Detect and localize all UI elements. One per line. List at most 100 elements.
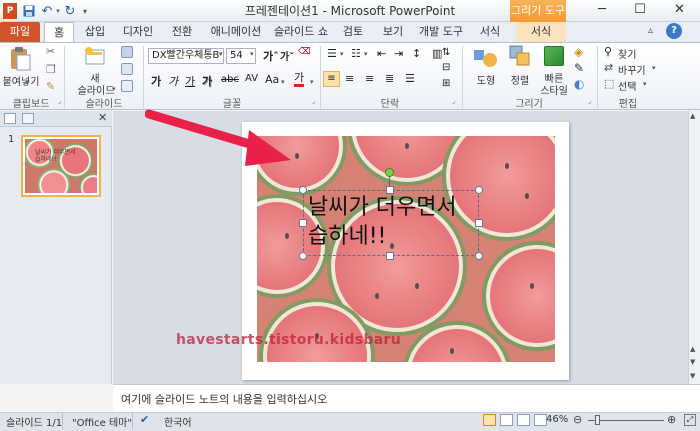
copy-icon[interactable]: ❐	[46, 63, 56, 76]
zoom-out-icon[interactable]: ⊖	[573, 413, 582, 426]
tab-view[interactable]: 보기	[376, 22, 410, 42]
paste-dropdown-icon[interactable]: ▾	[26, 78, 30, 86]
tab-transitions[interactable]: 전환	[164, 22, 200, 42]
tab-review[interactable]: 검토	[336, 22, 370, 42]
align-text-icon[interactable]: ⊟	[442, 62, 450, 73]
drawing-launcher-icon[interactable]: ⌟	[588, 97, 591, 105]
numbering-dropdown-icon[interactable]: ▾	[364, 50, 368, 58]
increase-indent-icon[interactable]: ⇥	[394, 47, 403, 60]
spellcheck-icon[interactable]: ✔	[140, 413, 149, 426]
save-icon[interactable]	[22, 3, 36, 19]
slide-text[interactable]: 날씨가 더우면서 습하네!!	[308, 193, 457, 251]
help-icon[interactable]: ?	[666, 23, 682, 39]
clipboard-launcher-icon[interactable]: ⌟	[58, 97, 61, 105]
layout-icon[interactable]	[121, 46, 133, 58]
shapes-button[interactable]: 도형	[472, 72, 500, 87]
resize-handle[interactable]	[386, 252, 394, 260]
new-slide-dropdown-icon[interactable]: ▾	[112, 85, 116, 93]
italic-button[interactable]: 가	[168, 73, 178, 89]
redo-icon[interactable]: ↻	[63, 3, 77, 19]
clear-format-icon[interactable]: ⌫	[298, 47, 312, 61]
normal-view-icon[interactable]	[483, 414, 496, 426]
arrange-button[interactable]: 정렬	[505, 72, 535, 87]
align-center-icon[interactable]: ≡	[345, 72, 354, 85]
reset-icon[interactable]	[121, 63, 133, 75]
vertical-scrollbar[interactable]	[688, 111, 700, 384]
select-icon[interactable]: ⬚	[604, 77, 614, 90]
slide-sorter-icon[interactable]	[500, 414, 513, 426]
format-painter-icon[interactable]: ✎	[46, 80, 55, 93]
customize-qat-icon[interactable]: ▾	[80, 3, 90, 19]
replace-dropdown-icon[interactable]: ▾	[652, 64, 656, 72]
select-dropdown-icon[interactable]: ▾	[643, 80, 647, 88]
line-spacing-icon[interactable]: ↕	[412, 47, 421, 60]
grow-font-icon[interactable]: 가ˆ	[263, 48, 279, 64]
shadow-button[interactable]: 가	[202, 73, 212, 89]
decrease-indent-icon[interactable]: ⇤	[377, 47, 386, 60]
shape-effects-icon[interactable]: ◐	[574, 77, 584, 91]
tab-drawing-format[interactable]: 서식	[516, 22, 566, 42]
shrink-font-icon[interactable]: 가ˇ	[280, 48, 294, 63]
shape-outline-icon[interactable]: ✎	[574, 61, 584, 75]
reading-view-icon[interactable]	[517, 414, 530, 426]
char-spacing-icon[interactable]: AV	[245, 73, 258, 84]
zoom-slider-thumb[interactable]	[595, 415, 600, 425]
arrange-icon[interactable]	[509, 45, 531, 67]
resize-handle[interactable]	[475, 252, 483, 260]
prev-slide-icon[interactable]: ▲	[690, 345, 695, 353]
notes-pane[interactable]: 여기에 슬라이드 노트의 내용을 입력하십시오	[113, 384, 700, 412]
slide-thumbnail[interactable]: 날씨가 더우면서 습하네!!	[21, 135, 101, 197]
undo-icon[interactable]: ↶	[40, 3, 54, 19]
numbering-icon[interactable]: ☷	[351, 47, 361, 60]
section-icon[interactable]	[121, 80, 133, 92]
select-button[interactable]: 선택	[618, 78, 636, 93]
bullets-icon[interactable]: ☰	[327, 47, 337, 60]
tab-developer[interactable]: 개발 도구	[416, 22, 466, 42]
close-button[interactable]: ✕	[659, 0, 700, 20]
find-icon[interactable]: ⚲	[604, 45, 612, 58]
bullets-dropdown-icon[interactable]: ▾	[340, 50, 344, 58]
powerpoint-logo-icon[interactable]: P	[3, 3, 17, 19]
tab-insert[interactable]: 삽입	[78, 22, 112, 42]
undo-dropdown-icon[interactable]: ▾	[53, 3, 63, 19]
font-size-dropdown-icon[interactable]: ▾	[250, 50, 254, 58]
strikethrough-icon[interactable]: abc	[221, 74, 239, 85]
next-slide-icon[interactable]: ▼	[690, 358, 695, 366]
paste-button[interactable]: 붙여넣기	[2, 73, 40, 88]
resize-handle[interactable]	[475, 186, 483, 194]
resize-handle[interactable]	[299, 252, 307, 260]
smartart-icon[interactable]: ⊞	[442, 78, 450, 89]
text-direction-icon[interactable]: ⇅	[442, 47, 450, 58]
shape-fill-icon[interactable]: ◈	[574, 45, 583, 59]
resize-handle[interactable]	[299, 219, 307, 227]
resize-handle[interactable]	[475, 219, 483, 227]
tab-slideshow[interactable]: 슬라이드 쇼	[272, 22, 330, 42]
scroll-down-icon[interactable]: ▼	[690, 372, 695, 380]
theme-name[interactable]: "Office 테마"	[72, 414, 132, 429]
language[interactable]: 한국어	[164, 414, 192, 429]
distribute-icon[interactable]: ☰	[405, 72, 415, 85]
close-panel-icon[interactable]: ✕	[98, 111, 107, 124]
resize-handle[interactable]	[299, 186, 307, 194]
scroll-up-icon[interactable]: ▲	[690, 112, 695, 120]
maximize-button[interactable]: ☐	[621, 0, 659, 20]
tab-design[interactable]: 디자인	[117, 22, 159, 42]
justify-icon[interactable]: ≣	[385, 72, 394, 85]
new-slide-icon[interactable]	[84, 46, 106, 68]
paragraph-launcher-icon[interactable]: ⌟	[452, 97, 455, 105]
columns-icon[interactable]: ▥	[432, 47, 442, 60]
minimize-button[interactable]: ─	[583, 0, 621, 20]
underline-button[interactable]: 가	[185, 73, 195, 89]
tab-animations[interactable]: 애니메이션	[206, 22, 266, 42]
slides-tab-icon[interactable]	[4, 113, 16, 124]
zoom-level[interactable]: 46%	[546, 414, 568, 425]
replace-icon[interactable]: ⇄	[604, 61, 613, 74]
bold-button[interactable]: 가	[151, 73, 161, 89]
shapes-icon[interactable]	[473, 47, 499, 69]
tab-home[interactable]: 홈	[44, 22, 74, 43]
outline-tab-icon[interactable]	[22, 113, 34, 124]
rotate-handle[interactable]	[385, 168, 394, 177]
minimize-ribbon-icon[interactable]: ▵	[648, 25, 653, 36]
align-right-icon[interactable]: ≡	[365, 72, 374, 85]
find-button[interactable]: 찾기	[618, 46, 636, 61]
